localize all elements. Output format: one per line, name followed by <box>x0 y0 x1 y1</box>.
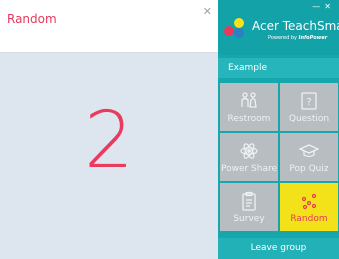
tile-label: Power Share <box>220 164 278 174</box>
tile-power-share[interactable]: Power Share <box>220 133 278 181</box>
random-titlebar: Random ✕ <box>0 0 218 53</box>
teachsmart-logo-icon <box>224 18 244 38</box>
tile-pop-quiz[interactable]: Pop Quiz <box>280 133 338 181</box>
tile-random[interactable]: Random <box>280 183 338 231</box>
teachsmart-header: Acer TeachSmart Powered by InfoPower —✕ <box>218 0 339 55</box>
powered-by: Powered by InfoPower <box>268 35 328 41</box>
random-number: 2 <box>84 96 134 186</box>
tile-label: Random <box>290 214 328 224</box>
tile-label: Pop Quiz <box>289 164 329 174</box>
random-window: Random ✕ 2 <box>0 0 219 259</box>
minimize-icon[interactable]: — <box>312 2 324 11</box>
tile-survey[interactable]: Survey <box>220 183 278 231</box>
group-label: Example <box>218 58 339 78</box>
close-icon[interactable]: ✕ <box>324 2 335 11</box>
tile-question[interactable]: ? Question <box>280 83 338 131</box>
leave-group-button[interactable]: Leave group <box>218 238 339 259</box>
svg-text:?: ? <box>306 97 311 108</box>
teachsmart-panel: Acer TeachSmart Powered by InfoPower —✕ … <box>218 0 339 259</box>
clipboard-icon <box>242 191 256 211</box>
close-icon[interactable]: ✕ <box>203 6 212 17</box>
tile-label: Question <box>288 114 330 124</box>
window-controls: —✕ <box>312 2 335 11</box>
random-dots-icon <box>301 193 317 210</box>
tile-label: Survey <box>233 214 265 224</box>
question-icon: ? <box>301 92 317 110</box>
teachsmart-brand: Acer TeachSmart <box>252 19 339 33</box>
power-share-icon <box>240 143 258 159</box>
random-title: Random <box>7 12 57 26</box>
restroom-icon <box>241 92 257 108</box>
tile-restroom[interactable]: Restroom <box>220 83 278 131</box>
graduation-cap-icon <box>299 144 319 158</box>
tile-label: Restroom <box>227 114 271 124</box>
